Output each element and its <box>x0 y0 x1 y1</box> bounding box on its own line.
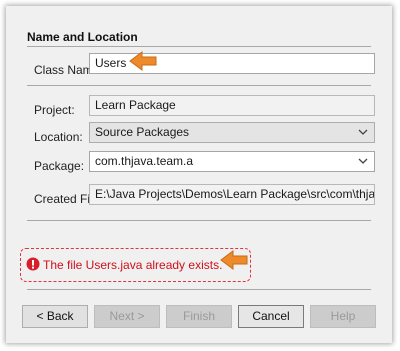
pointer-arrow-icon <box>220 250 248 270</box>
created-file-value: E:\Java Projects\Demos\Learn Package\src… <box>95 187 375 201</box>
section-title: Name and Location <box>27 30 138 44</box>
back-button[interactable]: < Back <box>22 305 88 328</box>
package-select[interactable]: com.thjava.team.a <box>89 151 375 172</box>
error-message-box: The file Users.java already exists. <box>20 248 251 282</box>
pointer-arrow-icon <box>129 51 157 71</box>
project-value: Learn Package <box>95 98 176 112</box>
location-label: Location: <box>34 130 83 144</box>
chevron-down-icon <box>358 129 368 135</box>
divider <box>27 220 371 221</box>
divider <box>27 46 371 47</box>
project-field: Learn Package <box>89 95 375 116</box>
divider <box>27 85 371 86</box>
error-icon <box>26 257 40 271</box>
chevron-down-icon <box>358 158 368 164</box>
class-name-value: Users <box>95 56 127 70</box>
package-value: com.thjava.team.a <box>95 154 194 168</box>
new-class-dialog: Name and Location Class Name: Users Proj… <box>6 6 392 343</box>
divider <box>27 289 371 290</box>
finish-button[interactable]: Finish <box>166 305 232 328</box>
cancel-button[interactable]: Cancel <box>238 305 304 328</box>
next-button[interactable]: Next > <box>94 305 160 328</box>
project-label: Project: <box>34 103 75 117</box>
error-message: The file Users.java already exists. <box>43 258 223 272</box>
help-button[interactable]: Help <box>310 305 376 328</box>
location-value: Source Packages <box>95 125 190 139</box>
created-file-field[interactable]: E:\Java Projects\Demos\Learn Package\src… <box>89 184 375 205</box>
package-label: Package: <box>34 159 85 173</box>
location-select[interactable]: Source Packages <box>89 122 375 143</box>
